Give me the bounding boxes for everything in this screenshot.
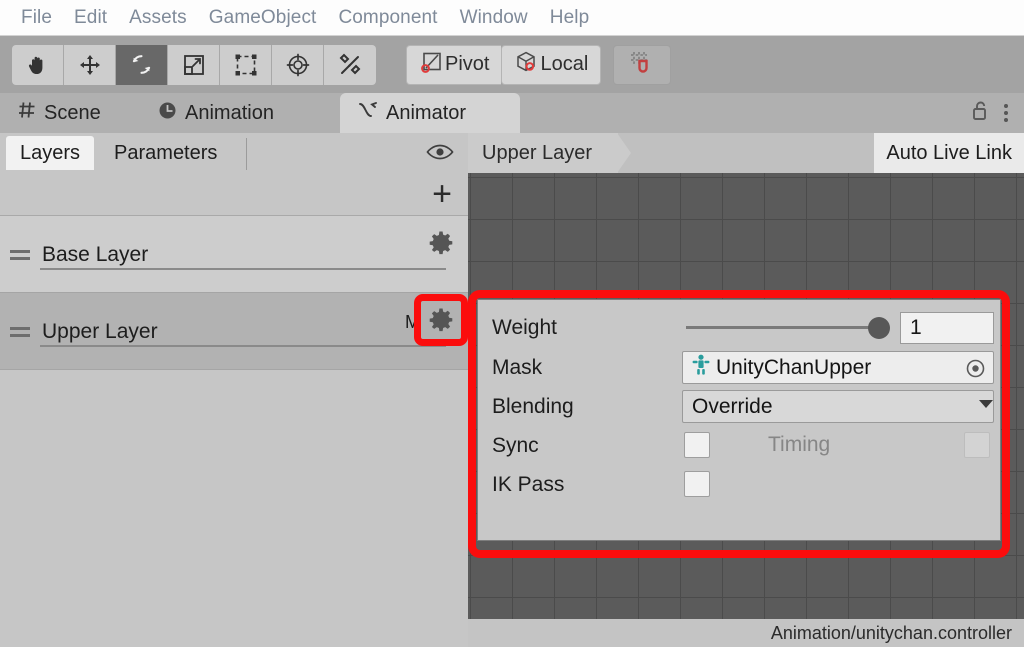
tab-layers[interactable]: Layers (6, 136, 95, 170)
mask-label: Mask (492, 355, 543, 379)
mask-row: Mask UnityChanUpper (478, 348, 1002, 387)
local-label: Local (540, 53, 589, 75)
rotate-icon (129, 52, 154, 77)
tab-scene-label: Scene (44, 101, 101, 124)
tab-scene[interactable]: Scene (0, 93, 119, 133)
weight-slider-handle[interactable] (868, 317, 890, 339)
mask-badge: M (405, 312, 420, 332)
unity-editor-window: File Edit Assets GameObject Component Wi… (0, 0, 1024, 647)
weight-row: Weight 1 (478, 308, 1002, 347)
panel-tab-bar: Scene Animation Animator (0, 93, 1024, 133)
main-toolbar: Pivot Local (0, 36, 1024, 93)
pivot-button[interactable]: Pivot (406, 44, 502, 85)
mask-object-field[interactable]: UnityChanUpper (682, 351, 994, 384)
clock-icon (158, 101, 177, 126)
add-layer-button[interactable]: + (432, 177, 452, 211)
scale-tool-button[interactable] (168, 44, 220, 85)
auto-live-link-button[interactable]: Auto Live Link (874, 133, 1024, 173)
menu-item-edit[interactable]: Edit (63, 7, 118, 29)
animator-icon (358, 101, 378, 125)
tab-bar-actions (961, 97, 1018, 129)
blending-row: Blending Override (478, 387, 1002, 426)
ik-pass-row: IK Pass (478, 465, 1002, 504)
sync-row: Sync Timing (478, 426, 1002, 465)
layer-actions: M (405, 307, 454, 338)
rotate-tool-button[interactable] (116, 44, 168, 85)
row-divider (0, 369, 468, 370)
grid-snap-button[interactable] (613, 44, 672, 85)
ik-pass-label: IK Pass (492, 472, 565, 496)
kebab-menu-icon[interactable] (1004, 104, 1008, 122)
mask-value: UnityChanUpper (716, 355, 872, 379)
ik-pass-checkbox[interactable] (684, 471, 710, 497)
drag-handle-icon[interactable] (10, 326, 30, 337)
layer-row-base[interactable]: Base Layer (0, 216, 468, 293)
layer-name: Upper Layer (42, 319, 158, 343)
transform-icon (286, 53, 310, 77)
weight-slider-track[interactable] (686, 326, 882, 329)
gear-icon[interactable] (428, 307, 454, 338)
tab-animator-label: Animator (386, 101, 467, 124)
layer-name: Base Layer (42, 242, 149, 266)
menu-item-component[interactable]: Component (327, 7, 448, 29)
blending-dropdown[interactable]: Override (682, 390, 994, 423)
hand-icon (26, 53, 50, 77)
timing-checkbox[interactable] (964, 432, 990, 458)
grid-icon (18, 101, 36, 125)
avatar-mask-icon (691, 354, 711, 381)
menu-item-window[interactable]: Window (449, 7, 539, 29)
wrench-pencil-icon (338, 53, 362, 77)
layer-settings-popup: Weight 1 Mask UnityChanUpper Blending Ov… (477, 299, 1001, 541)
tab-parameters[interactable]: Parameters (100, 136, 231, 170)
object-picker-icon[interactable] (965, 358, 986, 384)
move-arrows-icon (78, 53, 102, 77)
menu-item-file[interactable]: File (10, 7, 63, 29)
menu-item-gameobject[interactable]: GameObject (198, 7, 328, 29)
sync-label: Sync (492, 433, 539, 457)
grid-snap-magnet-icon (629, 49, 655, 81)
layers-panel: Layers Parameters + Base Layer Upper Lay… (0, 133, 468, 647)
breadcrumb-bar: Upper Layer Auto Live Link (468, 133, 1024, 173)
unlocked-padlock-icon[interactable] (971, 100, 990, 126)
gear-icon[interactable] (428, 230, 454, 261)
timing-label: Timing (768, 433, 831, 456)
eye-icon[interactable] (426, 143, 454, 166)
hand-tool-button[interactable] (12, 44, 64, 85)
breadcrumb-upper-layer[interactable]: Upper Layer (468, 133, 632, 173)
tabs-divider (246, 138, 247, 170)
transform-tools-group (12, 44, 376, 85)
scale-icon (182, 53, 206, 77)
pivot-label: Pivot (445, 53, 490, 75)
tab-animation[interactable]: Animation (140, 93, 292, 133)
transform-tool-button[interactable] (272, 44, 324, 85)
custom-tool-button[interactable] (324, 44, 376, 85)
drag-handle-icon[interactable] (10, 249, 30, 260)
pivot-icon (419, 50, 443, 80)
menu-bar: File Edit Assets GameObject Component Wi… (0, 0, 1024, 36)
blending-label: Blending (492, 394, 574, 418)
tab-animation-label: Animation (185, 101, 274, 124)
sync-checkbox[interactable] (684, 432, 710, 458)
menu-item-help[interactable]: Help (539, 7, 600, 29)
menu-item-assets[interactable]: Assets (118, 7, 198, 29)
rect-tool-button[interactable] (220, 44, 272, 85)
pivot-local-group: Pivot Local (406, 44, 672, 85)
weight-value-input[interactable]: 1 (900, 312, 994, 344)
local-icon (514, 50, 538, 80)
move-tool-button[interactable] (64, 44, 116, 85)
status-bar: Animation/unitychan.controller (468, 619, 1024, 647)
layer-weight-bar (40, 345, 446, 347)
weight-label: Weight (492, 315, 557, 339)
layer-actions (428, 230, 454, 261)
rect-transform-icon (234, 53, 258, 77)
chevron-down-icon (979, 400, 993, 408)
local-button[interactable]: Local (501, 44, 602, 85)
tab-animator[interactable]: Animator (340, 93, 520, 133)
layer-weight-bar (40, 268, 446, 270)
controller-path-label: Animation/unitychan.controller (770, 622, 1012, 643)
layer-row-upper[interactable]: Upper Layer M (0, 293, 468, 370)
layers-parameters-tabs: Layers Parameters (0, 133, 468, 173)
